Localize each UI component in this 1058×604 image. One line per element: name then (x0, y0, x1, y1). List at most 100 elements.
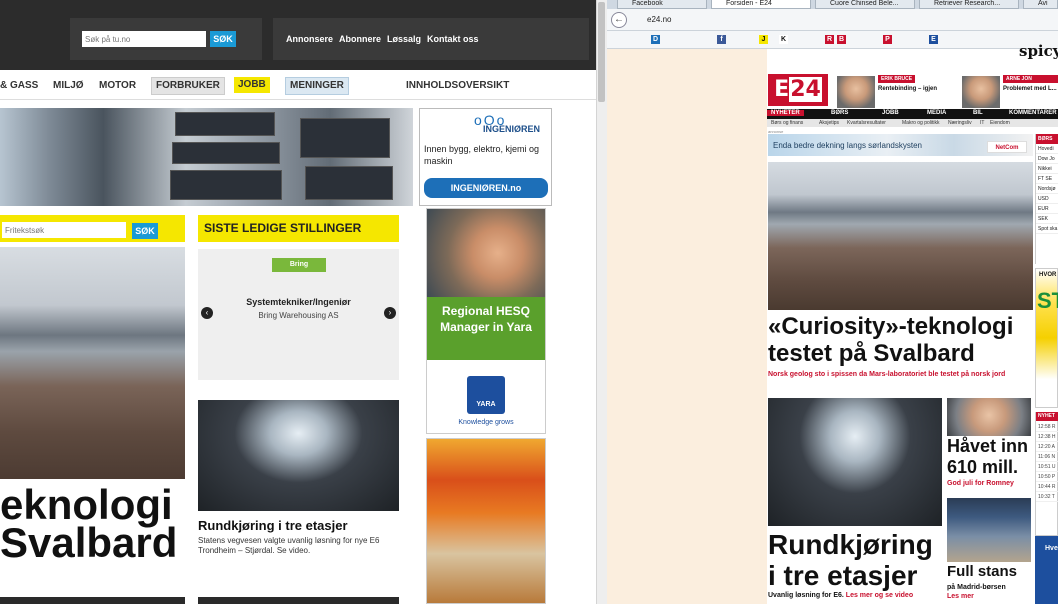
yara-tagline: Knowledge grows (458, 419, 514, 426)
market-row[interactable]: Hovedi (1036, 144, 1058, 154)
madrid-headline[interactable]: Full stans (947, 564, 1017, 580)
roundabout-link[interactable]: Les mer og se video (846, 592, 913, 599)
market-row[interactable]: Spot ska (1036, 224, 1058, 234)
e24-nav-bil[interactable]: BIL (973, 110, 983, 116)
byline-text[interactable]: Problemet med L... (1003, 86, 1057, 92)
subnav-item[interactable]: Kvartalsresultater (847, 120, 886, 126)
yara-job-text[interactable]: Regional HESQ Manager in Yara (427, 297, 545, 360)
nav-forbruker[interactable]: FORBRUKER (151, 77, 225, 95)
bookmark-b-icon[interactable]: B (837, 35, 846, 44)
market-row[interactable]: USD (1036, 194, 1058, 204)
romney-sub[interactable]: God juli for Romney (947, 480, 1014, 487)
nav-miljo[interactable]: MILJØ (49, 78, 88, 94)
link-abonnere[interactable]: Abonnere (339, 34, 381, 44)
bookmark-e-icon[interactable]: E (929, 35, 938, 44)
bookmark-r-icon[interactable]: R (825, 35, 834, 44)
news-row[interactable]: 10:51 U (1036, 462, 1058, 472)
e24-nav-kommentarer[interactable]: KOMMENTARER (1009, 110, 1057, 116)
main-headline[interactable]: eknologi Svalbard (0, 484, 200, 564)
nav-meninger[interactable]: MENINGER (285, 77, 349, 95)
url-field[interactable]: e24.no (647, 15, 671, 24)
ingenioren-text: Innen bygg, elektro, kjemi og maskin (424, 144, 540, 166)
news-row[interactable]: 10:32 T (1036, 492, 1058, 502)
roundabout-headline[interactable]: Rundkjøring i tre etasjer (768, 529, 948, 591)
nav-jobb[interactable]: JOBB (234, 77, 270, 93)
svalbard-rover-photo[interactable] (768, 162, 1033, 310)
e24-nav-bors[interactable]: BØRS (831, 110, 848, 116)
back-arrow-icon[interactable]: ← (611, 12, 627, 28)
subnav-item[interactable]: Makro og politikk (902, 120, 940, 126)
server-hero-image[interactable] (0, 108, 413, 206)
e24-main-headline[interactable]: «Curiosity»-teknologi testet på Svalbard (768, 313, 1043, 367)
bookmark-k-icon[interactable]: K (779, 35, 788, 44)
romney-photo[interactable] (947, 398, 1031, 436)
tab-5[interactable]: Avi (1023, 0, 1058, 9)
subnav-item[interactable]: Næringsliv (948, 120, 972, 126)
subnav-item[interactable]: Eiendom (990, 120, 1010, 126)
madrid-link[interactable]: Les mer (947, 593, 974, 600)
bookmark-j-icon[interactable]: J (759, 35, 768, 44)
market-row[interactable]: Nikkei (1036, 164, 1058, 174)
tab-4[interactable]: Retriever Research... (919, 0, 1019, 9)
e24-nav-nyheter[interactable]: NYHETER (767, 110, 804, 116)
freetext-search-input[interactable] (2, 222, 126, 238)
article-desc: Statens vegvesen valgte uvanlig løsning … (198, 536, 380, 555)
madrid-sub: på Madrid-børsen Les mer (947, 584, 1006, 600)
job-title[interactable]: Systemtekniker/Ingeniør (198, 297, 399, 307)
tab-e24[interactable]: Forsiden - E24 (711, 0, 811, 9)
tab-3[interactable]: Cuore Chinsed Bele... (815, 0, 915, 9)
market-row[interactable]: SEK (1036, 214, 1058, 224)
bookmark-facebook-icon[interactable]: f (717, 35, 726, 44)
columnist-photo[interactable] (962, 76, 1000, 108)
romney-headline[interactable]: Håvet inn 610 mill. (947, 436, 1035, 478)
jobs-header[interactable]: SISTE LEDIGE STILLINGER (198, 215, 399, 242)
e24-nav-jobb[interactable]: JOBB (882, 110, 899, 116)
subnav-item[interactable]: Børs og finans (771, 120, 803, 126)
columnist-photo[interactable] (837, 76, 875, 108)
link-annonsere[interactable]: Annonsere (286, 34, 333, 44)
e24-nav-media[interactable]: MEDIA (927, 110, 946, 116)
market-row[interactable]: FT SE (1036, 174, 1058, 184)
site-search-input[interactable] (82, 31, 206, 47)
madrid-photo[interactable] (947, 498, 1031, 562)
freetext-search-button[interactable]: SØK (132, 223, 158, 239)
left-scroll-thumb[interactable] (598, 2, 605, 102)
news-row[interactable]: 12:38 H (1036, 432, 1058, 442)
news-row[interactable]: 11:06 N (1036, 452, 1058, 462)
article-title[interactable]: Rundkjøring i tre etasjer (198, 518, 348, 533)
news-row[interactable]: 10:50 P (1036, 472, 1058, 482)
news-row[interactable]: 12:20 A (1036, 442, 1058, 452)
header-links: Annonsere Abonnere Løssalg Kontakt oss (286, 34, 479, 44)
ingenioren-button[interactable]: INGENIØREN.no (424, 178, 548, 198)
ingenioren-name: INGENIØREN (483, 124, 541, 134)
bookmark-d-icon[interactable]: D (651, 35, 660, 44)
subnav-item[interactable]: IT (980, 120, 984, 126)
spicy-logo[interactable]: spicy (1019, 42, 1058, 60)
roundabout-photo[interactable] (198, 400, 399, 511)
nav-motor[interactable]: MOTOR (95, 78, 140, 94)
carousel-next-icon[interactable]: › (384, 307, 396, 319)
byline-text[interactable]: Rentebinding – igjen (878, 86, 937, 92)
market-row[interactable]: Nordsjø (1036, 184, 1058, 194)
bookmark-p-icon[interactable]: P (883, 35, 892, 44)
nav-innholdsoversikt[interactable]: INNHOLDSOVERSIKT (402, 78, 513, 94)
equinor-ad[interactable] (426, 438, 546, 604)
news-row[interactable]: 10:44 R (1036, 482, 1058, 492)
carousel-prev-icon[interactable]: ‹ (201, 307, 213, 319)
link-kontakt[interactable]: Kontakt oss (427, 34, 479, 44)
link-lossalg[interactable]: Løssalg (387, 34, 421, 44)
market-row[interactable]: EUR (1036, 204, 1058, 214)
e24-logo[interactable]: E24 (768, 74, 828, 106)
roundabout-photo[interactable] (768, 398, 942, 526)
market-row[interactable]: Dow Jo (1036, 154, 1058, 164)
subnav-item[interactable]: Aksjetips (819, 120, 839, 126)
news-row[interactable]: 12:58 R (1036, 422, 1058, 432)
byline-tag: ARNE JON ISACHSEN (1003, 75, 1058, 90)
e24-main-subtitle[interactable]: Norsk geolog sto i spissen da Mars-labor… (768, 370, 1033, 379)
side-ad-big: ST (1037, 288, 1058, 313)
site-search-button[interactable]: SØK (210, 31, 236, 47)
market-header: BØRS (1036, 134, 1058, 144)
svalbard-photo[interactable] (0, 247, 185, 479)
tab-facebook[interactable]: Facebook (617, 0, 707, 9)
nav-olje-gass[interactable]: & GASS (0, 78, 42, 94)
